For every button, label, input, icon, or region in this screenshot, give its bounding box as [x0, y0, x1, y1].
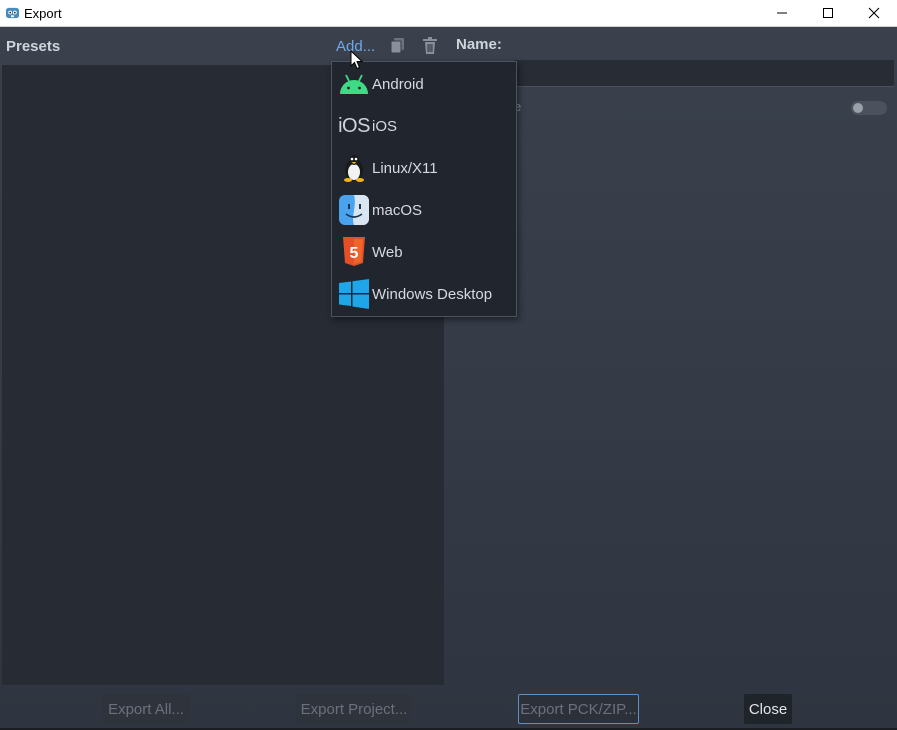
menu-item-label: iOS: [372, 117, 398, 135]
windows-icon: [338, 278, 370, 310]
menu-item-label: Linux/X11: [372, 159, 438, 177]
mouse-cursor-icon: [350, 50, 364, 70]
menu-item-web[interactable]: 5 Web: [332, 231, 516, 273]
html5-logo-text: 5: [350, 245, 359, 262]
runnable-toggle[interactable]: [851, 101, 887, 115]
trash-icon[interactable]: [422, 37, 438, 55]
close-window-button[interactable]: [851, 0, 897, 26]
html5-icon: 5: [338, 236, 370, 268]
menu-item-windows[interactable]: Windows Desktop: [332, 273, 516, 315]
name-field[interactable]: [514, 60, 894, 87]
toggle-knob: [853, 103, 863, 113]
duplicate-icon[interactable]: [390, 37, 406, 55]
export-project-button[interactable]: Export Project...: [296, 694, 412, 724]
menu-item-ios[interactable]: iOS iOS: [332, 105, 516, 147]
window-title: Export: [24, 6, 62, 21]
godot-icon: [5, 7, 20, 19]
menu-item-label: Windows Desktop: [372, 285, 493, 303]
linux-icon: [338, 152, 370, 184]
minimize-button[interactable]: [759, 0, 805, 26]
android-icon: [338, 68, 370, 100]
menu-item-label: macOS: [372, 201, 423, 219]
add-preset-menu: Android iOS iOS Linux/X11 macOS 5 Web Wi…: [331, 61, 517, 317]
presets-label: Presets: [6, 38, 61, 55]
title-bar: Export: [0, 0, 897, 27]
export-all-button[interactable]: Export All...: [102, 694, 190, 724]
menu-item-linux[interactable]: Linux/X11: [332, 147, 516, 189]
name-label: Name:: [456, 36, 502, 53]
maximize-button[interactable]: [805, 0, 851, 26]
menu-item-macos[interactable]: macOS: [332, 189, 516, 231]
menu-item-label: Web: [372, 243, 403, 261]
menu-item-label: Android: [372, 75, 424, 93]
close-icon: [868, 7, 880, 19]
export-dialog: Export Presets Add... Name: e Export All…: [0, 0, 897, 730]
export-pck-zip-button[interactable]: Export PCK/ZIP...: [518, 694, 639, 724]
ios-icon: iOS: [338, 110, 370, 142]
macos-icon: [338, 194, 370, 226]
ios-logo-text: iOS: [338, 114, 370, 137]
maximize-icon: [823, 8, 833, 18]
close-button[interactable]: Close: [744, 694, 792, 724]
minimize-icon: [777, 12, 787, 14]
